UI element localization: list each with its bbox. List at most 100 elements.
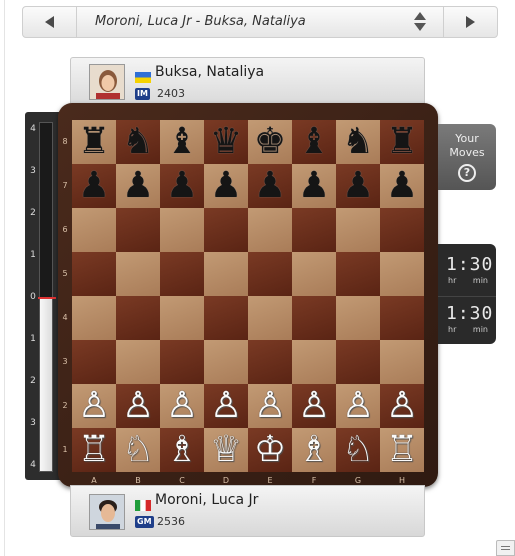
black-pawn-icon[interactable]: ♟ (380, 164, 424, 208)
square-d8[interactable]: ♛ (204, 120, 248, 164)
black-pawn-icon[interactable]: ♟ (72, 164, 116, 208)
square-f7[interactable]: ♟ (292, 164, 336, 208)
square-a7[interactable]: ♟ (72, 164, 116, 208)
game-title[interactable]: Moroni, Luca Jr - Buksa, Nataliya (95, 14, 306, 29)
square-c5[interactable] (160, 252, 204, 296)
game-selector[interactable]: Moroni, Luca Jr - Buksa, Nataliya (22, 6, 498, 38)
square-a1[interactable]: ♖ (72, 428, 116, 472)
black-rook-icon[interactable]: ♜ (72, 120, 116, 164)
square-h6[interactable] (380, 208, 424, 252)
square-d6[interactable] (204, 208, 248, 252)
your-moves-button[interactable]: Your Moves ? (438, 124, 496, 190)
square-b7[interactable]: ♟ (116, 164, 160, 208)
square-d7[interactable]: ♟ (204, 164, 248, 208)
square-a5[interactable] (72, 252, 116, 296)
square-e4[interactable] (248, 296, 292, 340)
square-h3[interactable] (380, 340, 424, 384)
square-b1[interactable]: ♘ (116, 428, 160, 472)
square-h5[interactable] (380, 252, 424, 296)
help-icon[interactable]: ? (458, 164, 476, 182)
chess-board[interactable]: ♜ ♞ ♝ ♛ ♚ ♝ ♞ ♜ ♟ ♟ ♟ ♟ ♟ ♟ ♟ ♟ ♙ ♙ ♙ ♙ ♙ ♙ ♙ ♙ ♖ ♘ ♗ ♕ ♔ ♗ ♘ ♖ (72, 120, 424, 472)
previous-game-button[interactable] (23, 7, 77, 37)
square-d5[interactable] (204, 252, 248, 296)
square-h7[interactable]: ♟ (380, 164, 424, 208)
square-c7[interactable]: ♟ (160, 164, 204, 208)
square-h1[interactable]: ♖ (380, 428, 424, 472)
square-d4[interactable] (204, 296, 248, 340)
square-a8[interactable]: ♜ (72, 120, 116, 164)
black-bishop-icon[interactable]: ♝ (160, 120, 204, 164)
square-e8[interactable]: ♚ (248, 120, 292, 164)
square-a6[interactable] (72, 208, 116, 252)
square-a3[interactable] (72, 340, 116, 384)
white-pawn-icon[interactable]: ♙ (72, 384, 116, 428)
square-g1[interactable]: ♘ (336, 428, 380, 472)
square-c4[interactable] (160, 296, 204, 340)
square-f5[interactable] (292, 252, 336, 296)
white-rook-icon[interactable]: ♖ (72, 428, 116, 472)
white-bishop-icon[interactable]: ♗ (160, 428, 204, 472)
white-queen-icon[interactable]: ♕ (204, 428, 248, 472)
square-b3[interactable] (116, 340, 160, 384)
square-a4[interactable] (72, 296, 116, 340)
square-c8[interactable]: ♝ (160, 120, 204, 164)
square-b5[interactable] (116, 252, 160, 296)
square-f1[interactable]: ♗ (292, 428, 336, 472)
square-h8[interactable]: ♜ (380, 120, 424, 164)
square-f2[interactable]: ♙ (292, 384, 336, 428)
square-g5[interactable] (336, 252, 380, 296)
square-e1[interactable]: ♔ (248, 428, 292, 472)
black-queen-icon[interactable]: ♛ (204, 120, 248, 164)
black-knight-icon[interactable]: ♞ (116, 120, 160, 164)
square-c2[interactable]: ♙ (160, 384, 204, 428)
menu-corner-button[interactable] (496, 540, 515, 556)
white-knight-icon[interactable]: ♘ (116, 428, 160, 472)
black-pawn-icon[interactable]: ♟ (292, 164, 336, 208)
square-g7[interactable]: ♟ (336, 164, 380, 208)
black-king-icon[interactable]: ♚ (248, 120, 292, 164)
dropdown-updown-icon[interactable] (413, 12, 427, 32)
white-pawn-icon[interactable]: ♙ (204, 384, 248, 428)
black-pawn-icon[interactable]: ♟ (116, 164, 160, 208)
square-h2[interactable]: ♙ (380, 384, 424, 428)
black-bishop-icon[interactable]: ♝ (292, 120, 336, 164)
white-pawn-icon[interactable]: ♙ (248, 384, 292, 428)
white-bishop-icon[interactable]: ♗ (292, 428, 336, 472)
square-b8[interactable]: ♞ (116, 120, 160, 164)
black-pawn-icon[interactable]: ♟ (248, 164, 292, 208)
white-king-icon[interactable]: ♔ (248, 428, 292, 472)
square-c1[interactable]: ♗ (160, 428, 204, 472)
white-pawn-icon[interactable]: ♙ (116, 384, 160, 428)
black-knight-icon[interactable]: ♞ (336, 120, 380, 164)
next-game-button[interactable] (443, 7, 497, 37)
black-pawn-icon[interactable]: ♟ (204, 164, 248, 208)
square-e2[interactable]: ♙ (248, 384, 292, 428)
square-d3[interactable] (204, 340, 248, 384)
white-pawn-icon[interactable]: ♙ (336, 384, 380, 428)
square-g2[interactable]: ♙ (336, 384, 380, 428)
white-pawn-icon[interactable]: ♙ (380, 384, 424, 428)
black-pawn-icon[interactable]: ♟ (336, 164, 380, 208)
square-a2[interactable]: ♙ (72, 384, 116, 428)
white-pawn-icon[interactable]: ♙ (160, 384, 204, 428)
square-g4[interactable] (336, 296, 380, 340)
square-g6[interactable] (336, 208, 380, 252)
square-f4[interactable] (292, 296, 336, 340)
square-c6[interactable] (160, 208, 204, 252)
black-pawn-icon[interactable]: ♟ (160, 164, 204, 208)
square-e5[interactable] (248, 252, 292, 296)
white-pawn-icon[interactable]: ♙ (292, 384, 336, 428)
square-d1[interactable]: ♕ (204, 428, 248, 472)
black-rook-icon[interactable]: ♜ (380, 120, 424, 164)
square-h4[interactable] (380, 296, 424, 340)
square-e7[interactable]: ♟ (248, 164, 292, 208)
square-d2[interactable]: ♙ (204, 384, 248, 428)
square-e6[interactable] (248, 208, 292, 252)
square-b4[interactable] (116, 296, 160, 340)
square-g3[interactable] (336, 340, 380, 384)
square-f3[interactable] (292, 340, 336, 384)
square-g8[interactable]: ♞ (336, 120, 380, 164)
square-c3[interactable] (160, 340, 204, 384)
square-f8[interactable]: ♝ (292, 120, 336, 164)
square-e3[interactable] (248, 340, 292, 384)
